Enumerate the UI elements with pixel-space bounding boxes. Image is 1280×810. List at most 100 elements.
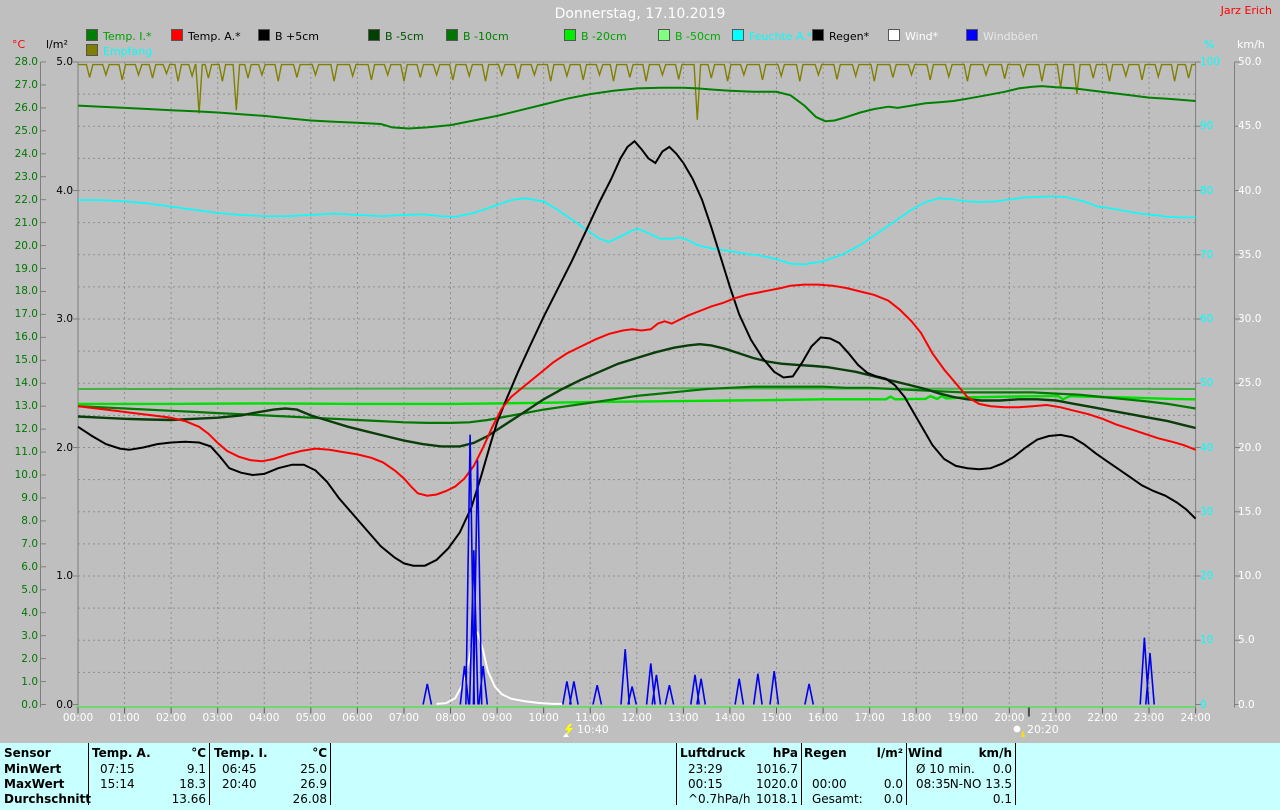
legend-item-label: Temp. I.* — [103, 30, 152, 43]
table-group-unit: km/h — [952, 746, 1012, 760]
legend-item-b-50cm[interactable]: B -50cm — [658, 29, 721, 43]
pct-tick-label: 100 — [1200, 57, 1226, 67]
temp-tick-label: 16.0 — [8, 332, 38, 342]
time-tick-label: 07:00 — [386, 713, 422, 723]
table-group-name: Temp. I. — [214, 746, 268, 760]
time-tick-label: 19:00 — [945, 713, 981, 723]
legend-swatch-icon — [446, 29, 458, 41]
series-windboeen-spike — [805, 684, 813, 705]
legend-item-windb-en[interactable]: Windböen — [966, 29, 1038, 43]
legend-item-regen-[interactable]: Regen* — [812, 29, 869, 43]
rain-tick-label: 1.0 — [48, 571, 73, 581]
table-group-name: Luftdruck — [680, 746, 745, 760]
time-tick-label: 06:00 — [339, 713, 375, 723]
rain-tick-label: 3.0 — [48, 314, 73, 324]
temp-tick-label: 0.0 — [8, 700, 38, 710]
legend-swatch-icon — [812, 29, 824, 41]
kmh-tick-label: 30.0 — [1238, 314, 1268, 324]
table-divider — [906, 743, 907, 805]
legend-item-temp-i-[interactable]: Temp. I.* — [86, 29, 152, 43]
table-cell-value: 0.0 — [813, 792, 903, 806]
marker-20-20-label: 20:20 — [1027, 723, 1059, 736]
legend-item-label: B -5cm — [385, 30, 424, 43]
temp-tick-label: 7.0 — [8, 539, 38, 549]
temp-tick-label: 25.0 — [8, 126, 38, 136]
legend-swatch-icon — [86, 29, 98, 41]
table-group-unit: °C — [267, 746, 327, 760]
time-tick-label: 04:00 — [246, 713, 282, 723]
kmh-tick-label: 50.0 — [1238, 57, 1268, 67]
temp-tick-label: 17.0 — [8, 309, 38, 319]
legend-swatch-icon — [368, 29, 380, 41]
table-cell-value: 1018.1 — [708, 792, 798, 806]
pct-tick-label: 30 — [1200, 507, 1226, 517]
time-tick-label: 21:00 — [1038, 713, 1074, 723]
legend-item-wind-[interactable]: Wind* — [888, 29, 938, 43]
temp-tick-label: 4.0 — [8, 608, 38, 618]
time-tick-label: 14:00 — [712, 713, 748, 723]
table-group-unit: °C — [146, 746, 206, 760]
temp-tick-label: 1.0 — [8, 677, 38, 687]
temp-tick-label: 13.0 — [8, 401, 38, 411]
table-divider — [1015, 743, 1016, 805]
time-tick-label: 22:00 — [1084, 713, 1120, 723]
legend-item-b-10cm[interactable]: B -10cm — [446, 29, 509, 43]
legend-item-label: B -50cm — [675, 30, 721, 43]
legend-swatch-icon — [171, 29, 183, 41]
series-windboeen-spike — [628, 687, 636, 705]
table-group-unit: l/m² — [843, 746, 903, 760]
table-divider — [676, 743, 677, 805]
time-tick-label: 17:00 — [852, 713, 888, 723]
table-cell-value: 18.3 — [116, 777, 206, 791]
series-windboeen-spike — [479, 666, 487, 705]
time-tick-label: 23:00 — [1131, 713, 1167, 723]
temp-tick-label: 12.0 — [8, 424, 38, 434]
table-divider — [801, 743, 802, 805]
legend-item-b-5cm[interactable]: B -5cm — [368, 29, 424, 43]
temp-tick-label: 21.0 — [8, 218, 38, 228]
stats-table: SensorMinWertMaxWertDurchschnittTemp. A.… — [0, 743, 1280, 810]
table-group-name: Regen — [804, 746, 847, 760]
legend-item-b-20cm[interactable]: B -20cm — [564, 29, 627, 43]
table-cell-value: 26.9 — [237, 777, 327, 791]
legend-item-temp-a-[interactable]: Temp. A.* — [171, 29, 241, 43]
temp-tick-label: 9.0 — [8, 493, 38, 503]
temp-tick-label: 19.0 — [8, 264, 38, 274]
temp-tick-label: 3.0 — [8, 631, 38, 641]
kmh-tick-label: 25.0 — [1238, 378, 1268, 388]
table-row-label: MinWert — [4, 762, 61, 776]
legend-item-label: Wind* — [905, 30, 938, 43]
pct-tick-label: 10 — [1200, 635, 1226, 645]
legend-item-feuchte-a-[interactable]: Feuchte A.* — [732, 29, 812, 43]
series-windboeen-spike — [770, 671, 778, 704]
table-cell-value: 1016.7 — [708, 762, 798, 776]
legend-item-b-5cm[interactable]: B +5cm — [258, 29, 319, 43]
pct-tick-label: 90 — [1200, 121, 1226, 131]
time-tick-label: 13:00 — [665, 713, 701, 723]
legend-item-label: Regen* — [829, 30, 869, 43]
legend-item-empfang[interactable]: Empfang — [86, 44, 152, 58]
time-tick-label: 24:00 — [1178, 713, 1214, 723]
legend-item-label: B -10cm — [463, 30, 509, 43]
series-feuchte-a- — [78, 196, 1196, 264]
pct-tick-label: 20 — [1200, 571, 1226, 581]
legend-swatch-icon — [732, 29, 744, 41]
pct-tick-label: 60 — [1200, 314, 1226, 324]
legend-item-label: Feuchte A.* — [749, 30, 812, 43]
table-divider — [209, 743, 210, 805]
lightning-down-icon — [563, 724, 575, 737]
rain-tick-label: 2.0 — [48, 443, 73, 453]
time-tick-label: 15:00 — [759, 713, 795, 723]
table-row-label: Sensor — [4, 746, 51, 760]
kmh-tick-label: 15.0 — [1238, 507, 1268, 517]
legend-swatch-icon — [564, 29, 576, 41]
time-tick-label: 18:00 — [898, 713, 934, 723]
series-windboeen-spike — [621, 649, 629, 704]
series-windboeen-spike — [754, 674, 762, 705]
temp-tick-label: 28.0 — [8, 57, 38, 67]
series-windboeen-spike — [423, 684, 431, 705]
rain-tick-label: 0.0 — [48, 700, 73, 710]
time-tick-label: 11:00 — [572, 713, 608, 723]
time-tick-label: 16:00 — [805, 713, 841, 723]
table-cell-value: 9.1 — [116, 762, 206, 776]
